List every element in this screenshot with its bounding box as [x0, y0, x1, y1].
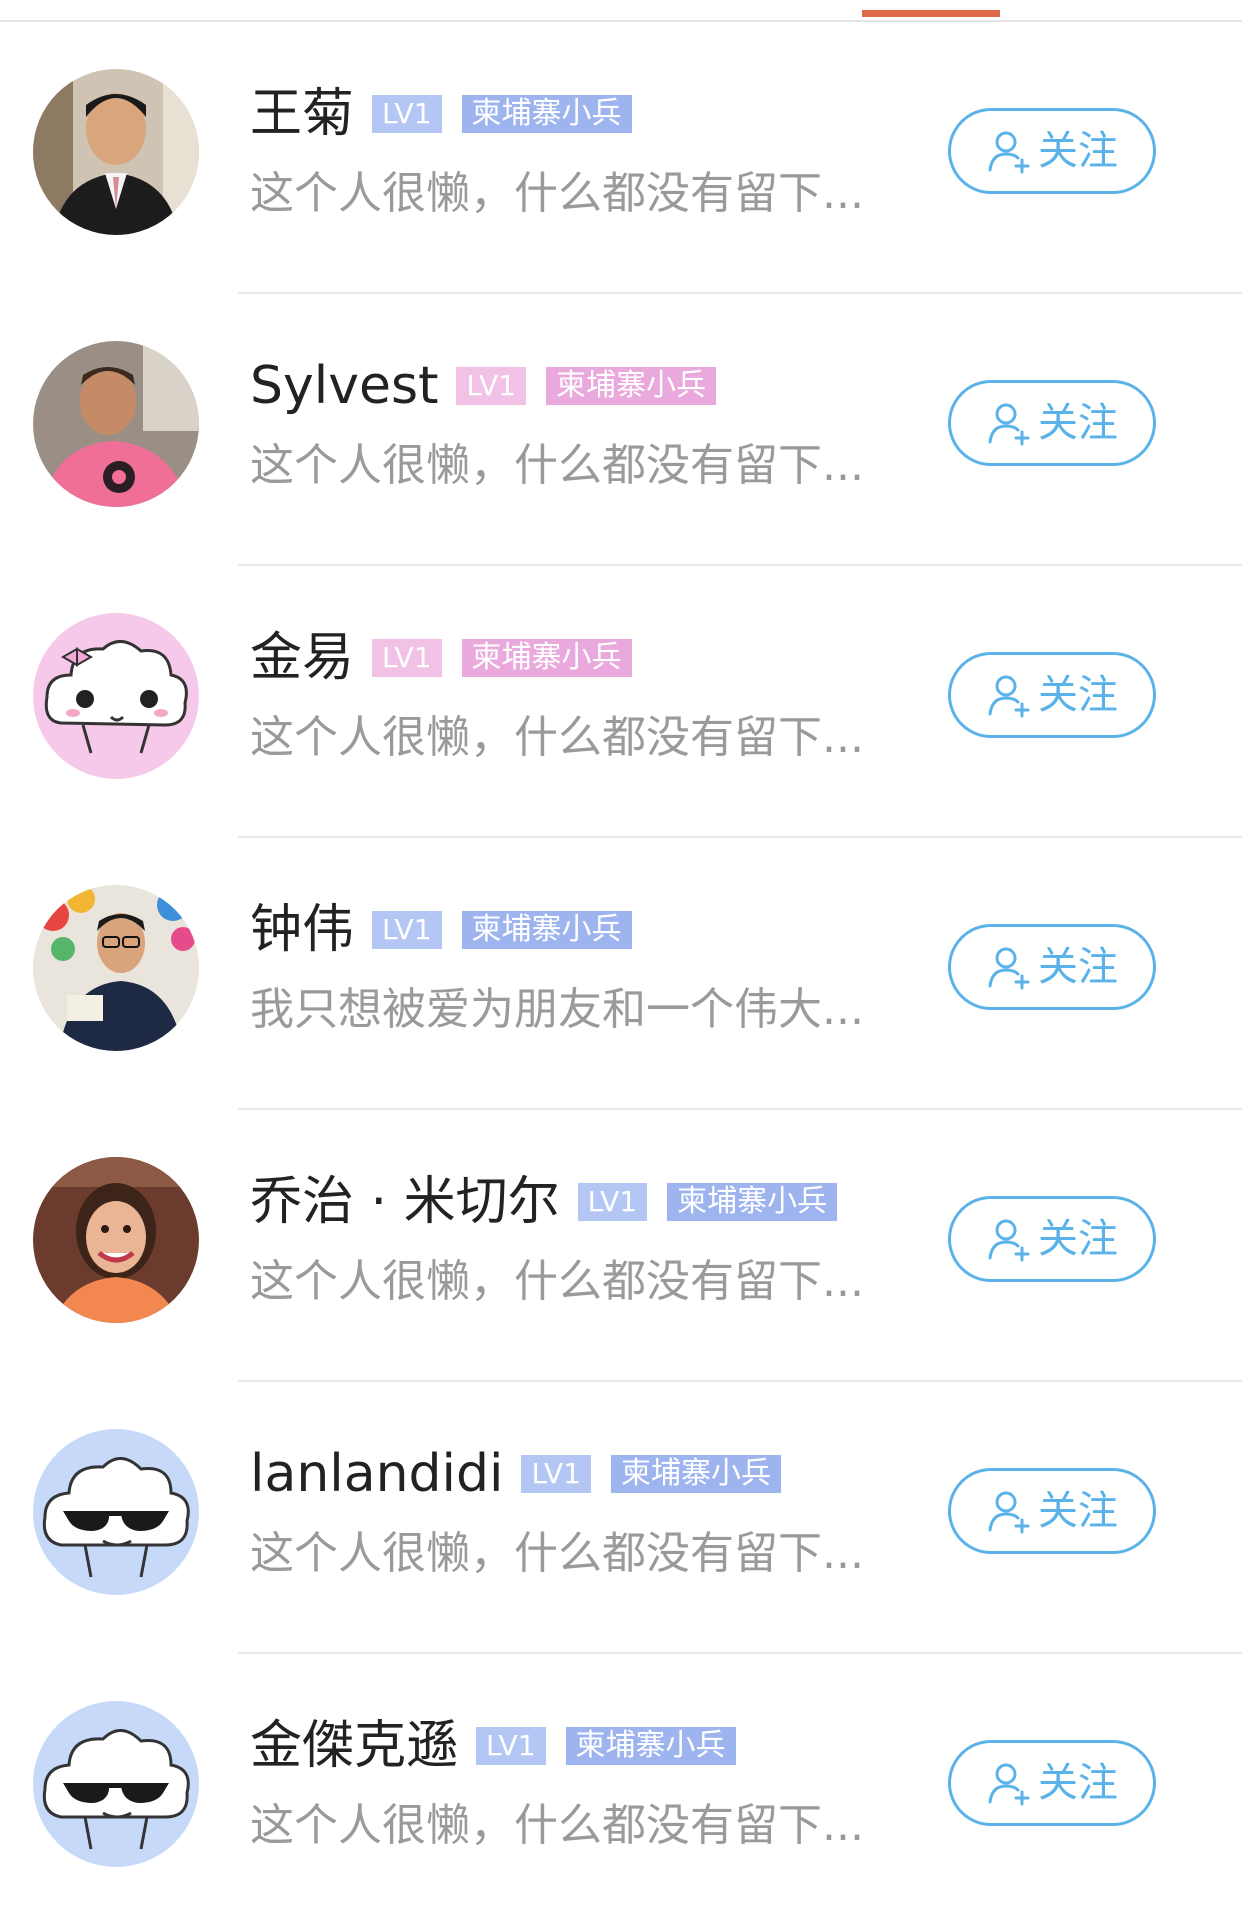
level-badge: LV1: [372, 95, 442, 133]
level-badge: LV1: [372, 911, 442, 949]
photo-man-suit-avatar: [33, 69, 199, 235]
user-name[interactable]: 乔治 · 米切尔: [250, 1168, 560, 1236]
user-row[interactable]: 钟伟 LV1 柬埔寨小兵 我只想被爱为朋友和一个伟大... 关注: [0, 838, 1242, 1110]
follow-button[interactable]: 关注: [948, 924, 1156, 1010]
user-bio: 这个人很懒，什么都没有留下...: [250, 1800, 864, 1851]
add-user-icon: [986, 128, 1032, 174]
follow-label: 关注: [1038, 1488, 1118, 1534]
follow-label: 关注: [1038, 1760, 1118, 1806]
user-name[interactable]: 金易: [250, 624, 354, 692]
follow-button[interactable]: 关注: [948, 380, 1156, 466]
photo-girl-avatar: [33, 1157, 199, 1323]
user-row[interactable]: 金易 LV1 柬埔寨小兵 这个人很懒，什么都没有留下... 关注: [0, 566, 1242, 838]
follow-button[interactable]: 关注: [948, 1196, 1156, 1282]
top-tab-bar: [0, 0, 1242, 22]
avatar[interactable]: [33, 341, 199, 507]
user-bio: 我只想被爱为朋友和一个伟大...: [250, 984, 864, 1035]
follow-label: 关注: [1038, 672, 1118, 718]
user-row[interactable]: 金傑克遜 LV1 柬埔寨小兵 这个人很懒，什么都没有留下... 关注: [0, 1654, 1242, 1926]
rank-title-badge: 柬埔寨小兵: [545, 367, 716, 405]
level-badge: LV1: [577, 1183, 648, 1221]
add-user-icon: [986, 1488, 1032, 1534]
user-bio: 这个人很懒，什么都没有留下...: [250, 712, 864, 763]
active-tab-indicator: [862, 10, 1000, 17]
follow-button[interactable]: 关注: [948, 1740, 1156, 1826]
user-row[interactable]: Sylvest LV1 柬埔寨小兵 这个人很懒，什么都没有留下... 关注: [0, 294, 1242, 566]
user-bio: 这个人很懒，什么都没有留下...: [250, 1528, 864, 1579]
level-badge: LV1: [456, 367, 526, 405]
follow-button[interactable]: 关注: [948, 1468, 1156, 1554]
avatar[interactable]: [33, 69, 199, 235]
level-badge: LV1: [372, 639, 442, 677]
level-badge: LV1: [476, 1727, 546, 1765]
user-row[interactable]: lanlandidi LV1 柬埔寨小兵 这个人很懒，什么都没有留下... 关注: [0, 1382, 1242, 1654]
rank-title-badge: 柬埔寨小兵: [461, 95, 632, 133]
cloud-sunglasses-avatar: [33, 1701, 199, 1867]
rank-title-badge: 柬埔寨小兵: [667, 1183, 838, 1221]
user-row[interactable]: 乔治 · 米切尔 LV1 柬埔寨小兵 这个人很懒，什么都没有留下... 关注: [0, 1110, 1242, 1382]
rank-title-badge: 柬埔寨小兵: [610, 1455, 781, 1493]
cloud-sunglasses-avatar: [33, 1429, 199, 1595]
add-user-icon: [986, 672, 1032, 718]
avatar[interactable]: [33, 885, 199, 1051]
cloud-girl-avatar: [33, 613, 199, 779]
user-name[interactable]: 王菊: [250, 80, 354, 148]
add-user-icon: [986, 944, 1032, 990]
user-name[interactable]: Sylvest: [250, 352, 438, 420]
level-badge: LV1: [521, 1455, 591, 1493]
add-user-icon: [986, 400, 1032, 446]
follow-label: 关注: [1038, 944, 1118, 990]
user-bio: 这个人很懒，什么都没有留下...: [250, 168, 864, 219]
avatar[interactable]: [33, 613, 199, 779]
rank-title-badge: 柬埔寨小兵: [461, 639, 632, 677]
user-row[interactable]: 王菊 LV1 柬埔寨小兵 这个人很懒，什么都没有留下... 关注: [0, 22, 1242, 294]
user-list: 王菊 LV1 柬埔寨小兵 这个人很懒，什么都没有留下... 关注 Sylvest…: [0, 22, 1242, 1926]
user-name[interactable]: 钟伟: [250, 896, 354, 964]
user-bio: 这个人很懒，什么都没有留下...: [250, 440, 864, 491]
avatar[interactable]: [33, 1429, 199, 1595]
follow-label: 关注: [1038, 128, 1118, 174]
user-name[interactable]: 金傑克遜: [250, 1712, 458, 1780]
add-user-icon: [986, 1760, 1032, 1806]
avatar[interactable]: [33, 1701, 199, 1867]
add-user-icon: [986, 1216, 1032, 1262]
follow-button[interactable]: 关注: [948, 108, 1156, 194]
photo-man-pink-shirt-avatar: [33, 341, 199, 507]
user-name[interactable]: lanlandidi: [250, 1440, 503, 1508]
follow-label: 关注: [1038, 1216, 1118, 1262]
rank-title-badge: 柬埔寨小兵: [565, 1727, 736, 1765]
follow-button[interactable]: 关注: [948, 652, 1156, 738]
rank-title-badge: 柬埔寨小兵: [461, 911, 632, 949]
follow-label: 关注: [1038, 400, 1118, 446]
user-bio: 这个人很懒，什么都没有留下...: [250, 1256, 864, 1307]
avatar[interactable]: [33, 1157, 199, 1323]
photo-man-balloons-avatar: [33, 885, 199, 1051]
